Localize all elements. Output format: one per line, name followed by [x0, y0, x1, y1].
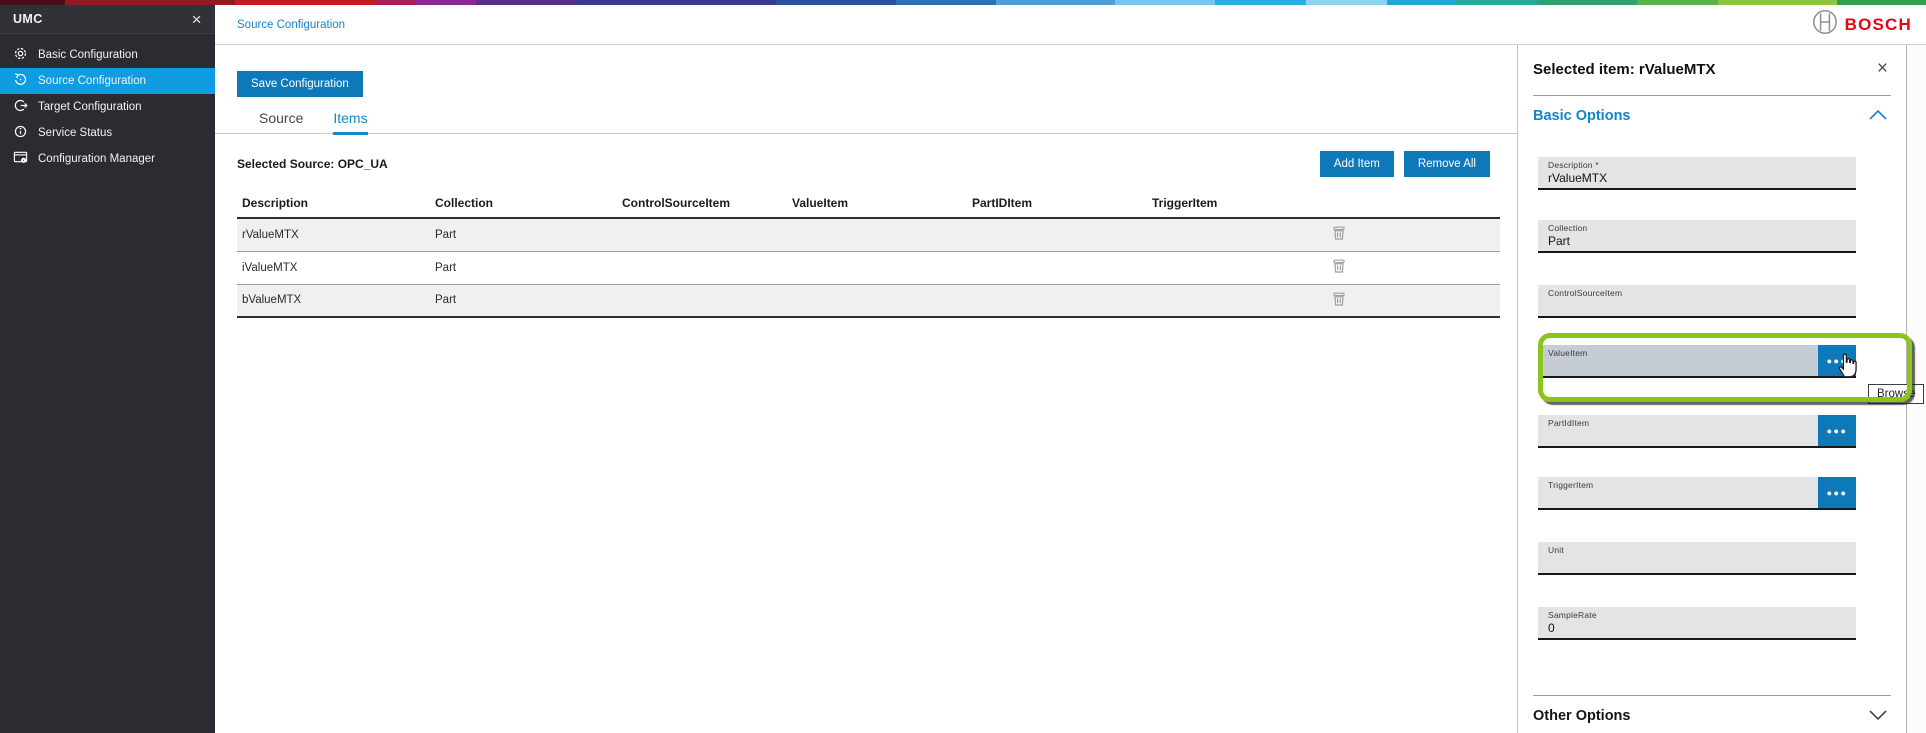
- cell-collection: Part: [430, 284, 617, 317]
- bosch-armature-icon: [1812, 9, 1838, 40]
- cell-description: iValueMTX: [237, 251, 430, 284]
- browse-ellipsis-button-triggeritem[interactable]: ●●●: [1818, 477, 1856, 508]
- browse-tooltip: Browse: [1868, 384, 1924, 404]
- sidebar-header: UMC ×: [0, 5, 215, 34]
- divider: [1533, 695, 1891, 696]
- tab-source[interactable]: Source: [259, 110, 303, 135]
- remove-all-button[interactable]: Remove All: [1404, 151, 1490, 177]
- sidebar: UMC × Basic Configuration Source Configu…: [0, 5, 215, 733]
- breadcrumb[interactable]: Source Configuration: [237, 19, 345, 31]
- cell-collection: Part: [430, 251, 617, 284]
- sidebar-item-target-configuration[interactable]: Target Configuration: [0, 94, 215, 120]
- cell-collection: Part: [430, 218, 617, 251]
- info-icon: [13, 124, 28, 142]
- app-title: UMC: [13, 12, 43, 26]
- cell-description: bValueMTX: [237, 284, 430, 317]
- column-header-description: Description: [237, 192, 430, 218]
- section-basic-options[interactable]: Basic Options: [1533, 108, 1631, 124]
- column-header-partiditem: PartIDItem: [967, 192, 1147, 218]
- delete-item-button[interactable]: [1332, 258, 1346, 277]
- chevron-up-icon[interactable]: [1869, 107, 1887, 125]
- table-header-row: Description Collection ControlSourceItem…: [237, 192, 1500, 218]
- add-item-button[interactable]: Add Item: [1320, 151, 1394, 177]
- section-other-options[interactable]: Other Options: [1533, 708, 1630, 724]
- browse-ellipsis-button-partiditem[interactable]: ●●●: [1818, 415, 1856, 446]
- field-description[interactable]: Description * rValueMTX: [1538, 157, 1856, 190]
- field-partiditem[interactable]: PartIdItem ●●●: [1538, 415, 1856, 448]
- top-header-bar: Source Configuration BOSCH: [215, 5, 1926, 45]
- divider: [1533, 95, 1891, 96]
- sidebar-item-label: Source Configuration: [38, 75, 146, 87]
- sidebar-nav: Basic Configuration Source Configuration…: [0, 42, 215, 172]
- table-row[interactable]: rValueMTX Part: [237, 218, 1500, 251]
- items-table: Description Collection ControlSourceItem…: [237, 192, 1500, 318]
- panel-close-icon[interactable]: ×: [1877, 60, 1888, 77]
- selected-source-label: Selected Source: OPC_UA: [237, 157, 388, 171]
- bosch-logo-text: BOSCH: [1845, 15, 1912, 35]
- trash-icon: [1332, 291, 1346, 307]
- sidebar-item-basic-configuration[interactable]: Basic Configuration: [0, 42, 215, 68]
- main-content: Save Configuration Source Items Selected…: [215, 45, 1517, 733]
- cell-description: rValueMTX: [237, 218, 430, 251]
- sidebar-item-label: Configuration Manager: [38, 153, 155, 165]
- column-header-collection: Collection: [430, 192, 617, 218]
- field-collection[interactable]: Collection Part: [1538, 220, 1856, 253]
- chevron-down-icon[interactable]: [1869, 707, 1887, 725]
- field-triggeritem[interactable]: TriggerItem ●●●: [1538, 477, 1856, 510]
- sidebar-item-label: Target Configuration: [38, 101, 142, 113]
- trash-icon: [1332, 225, 1346, 241]
- source-arrow-icon: [13, 72, 28, 90]
- column-header-triggeritem: TriggerItem: [1147, 192, 1327, 218]
- field-controlsourceitem[interactable]: ControlSourceItem: [1538, 285, 1856, 318]
- bosch-logo: BOSCH: [1812, 9, 1912, 40]
- sidebar-item-service-status[interactable]: Service Status: [0, 120, 215, 146]
- field-valueitem[interactable]: ValueItem ●●●: [1538, 345, 1856, 378]
- sidebar-item-source-configuration[interactable]: Source Configuration: [0, 68, 215, 94]
- table-row[interactable]: bValueMTX Part: [237, 284, 1500, 317]
- gear-icon: [13, 46, 28, 64]
- sidebar-item-configuration-manager[interactable]: Configuration Manager: [0, 146, 215, 172]
- sidebar-item-label: Service Status: [38, 127, 112, 139]
- trash-icon: [1332, 258, 1346, 274]
- column-header-actions: [1327, 192, 1500, 218]
- tab-items[interactable]: Items: [333, 110, 367, 135]
- tab-bar: Source Items: [215, 110, 1517, 134]
- sidebar-close-icon[interactable]: ×: [192, 11, 202, 28]
- field-unit[interactable]: Unit: [1538, 542, 1856, 575]
- delete-item-button[interactable]: [1332, 225, 1346, 244]
- sidebar-item-label: Basic Configuration: [38, 49, 138, 61]
- browse-ellipsis-button-valueitem[interactable]: ●●●: [1818, 345, 1856, 376]
- panel-title: Selected item: rValueMTX: [1533, 61, 1716, 78]
- window-gear-icon: [13, 150, 28, 168]
- detail-panel: Selected item: rValueMTX × Basic Options…: [1517, 45, 1906, 733]
- target-arrow-icon: [13, 98, 28, 116]
- column-header-controlsourceitem: ControlSourceItem: [617, 192, 787, 218]
- column-header-valueitem: ValueItem: [787, 192, 967, 218]
- save-configuration-button[interactable]: Save Configuration: [237, 71, 363, 97]
- field-samplerate[interactable]: SampleRate 0: [1538, 607, 1856, 640]
- delete-item-button[interactable]: [1332, 291, 1346, 310]
- table-row[interactable]: iValueMTX Part: [237, 251, 1500, 284]
